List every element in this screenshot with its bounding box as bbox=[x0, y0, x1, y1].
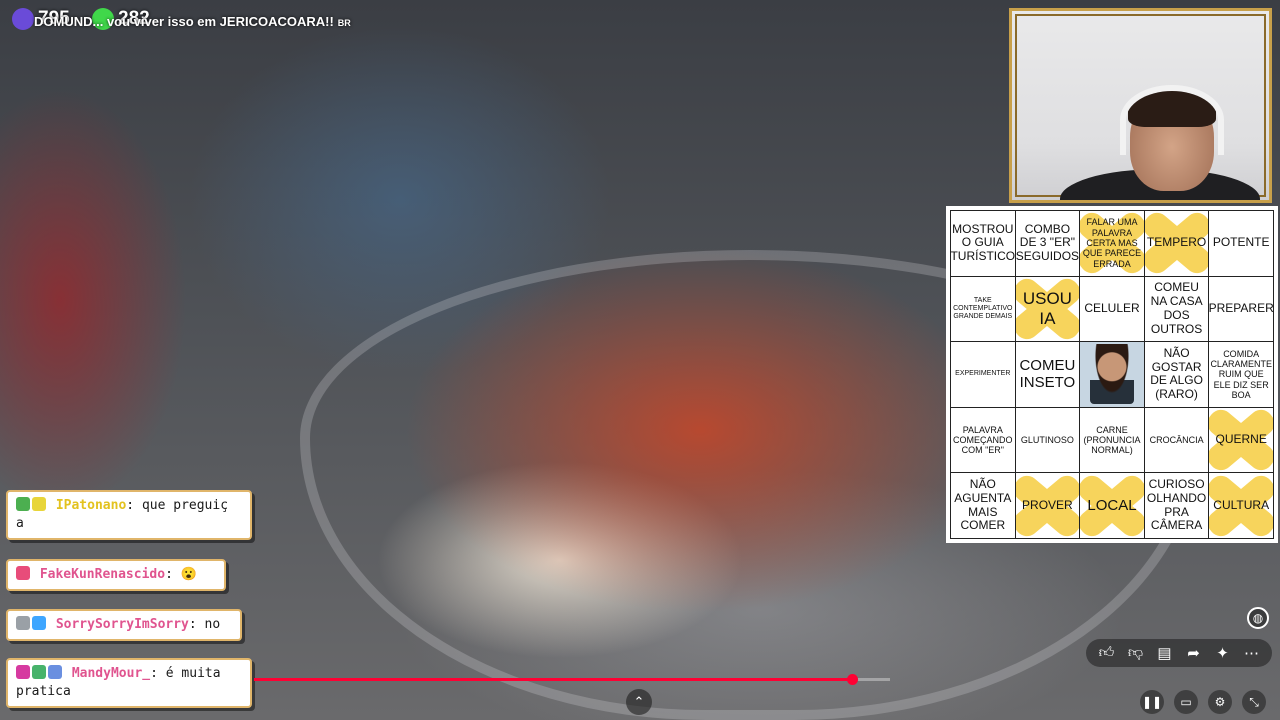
bingo-cell-text: EXPERIMENTER bbox=[955, 370, 1011, 378]
bingo-cell-text: COMEU INSETO bbox=[1019, 357, 1076, 392]
chat-badge-icon bbox=[48, 665, 62, 679]
chat-username[interactable]: SorrySorryImSorry bbox=[56, 617, 189, 632]
bingo-cell: NÃO AGUENTA MAIS COMER bbox=[951, 473, 1016, 539]
bingo-cell-text: POTENTE bbox=[1212, 235, 1270, 250]
bingo-cell: QUERNE bbox=[1209, 407, 1274, 474]
chat-message: SorrySorryImSorry: no bbox=[6, 609, 242, 641]
chat-badge-icon bbox=[16, 566, 30, 580]
bingo-cell: MOSTROU O GUIA TURÍSTICO bbox=[951, 211, 1016, 277]
bingo-cell-text: COMIDA CLARAMENTE RUIM QUE ELE DIZ SER B… bbox=[1210, 348, 1272, 400]
progress-played bbox=[254, 678, 853, 681]
bingo-cell: CROCÂNCIA bbox=[1144, 407, 1210, 474]
collapse-icon[interactable]: ⤡ bbox=[1242, 690, 1266, 714]
bingo-cell: COMEU NA CASA DOS OUTROS bbox=[1144, 276, 1210, 343]
bingo-cell: COMEU INSETO bbox=[1015, 342, 1081, 408]
bingo-cell: EXPERIMENTER bbox=[951, 342, 1016, 408]
bingo-cell: COMBO DE 3 "ER" SEGUIDOS bbox=[1015, 211, 1081, 277]
bingo-cell: TAKE CONTEMPLATIVO GRANDE DEMAIS bbox=[951, 276, 1016, 343]
bingo-cell: PALAVRA COMEÇANDO COM "ER" bbox=[951, 407, 1016, 474]
settings-icon[interactable]: ⚙ bbox=[1208, 690, 1232, 714]
dislike-icon[interactable]: 👎︎ bbox=[1124, 641, 1148, 665]
bingo-cell: CARNE (PRONUNCIA NORMAL) bbox=[1080, 407, 1145, 474]
bingo-cell-text: PREPARER bbox=[1209, 300, 1274, 315]
bingo-cell-text: NÃO GOSTAR DE ALGO (RARO) bbox=[1150, 345, 1203, 402]
chat-username[interactable]: IPatonano bbox=[56, 498, 126, 513]
captions-icon[interactable]: ▭ bbox=[1174, 690, 1198, 714]
chat-text: no bbox=[204, 617, 221, 632]
chat-text: 😮 bbox=[180, 567, 197, 582]
bingo-cell-text: COMEU NA CASA DOS OUTROS bbox=[1150, 280, 1203, 336]
bingo-cell: LOCAL bbox=[1080, 473, 1145, 539]
bingo-cell: GLUTINOSO bbox=[1015, 407, 1081, 474]
bingo-cell-text: QUERNE bbox=[1215, 432, 1267, 447]
bingo-cell: FALAR UMA PALAVRA CERTA MAS QUE PARECE E… bbox=[1080, 211, 1145, 277]
chat-message: FakeKunRenascido: 😮 bbox=[6, 559, 226, 591]
bingo-cell-text: CROCÂNCIA bbox=[1149, 434, 1204, 445]
chat-badge-icon bbox=[32, 665, 46, 679]
bingo-cell-text: GLUTINOSO bbox=[1020, 434, 1074, 445]
streamer-photo bbox=[1089, 344, 1134, 405]
bingo-cell: CELULER bbox=[1080, 276, 1145, 343]
headphones-icon bbox=[1120, 85, 1224, 155]
bingo-cell-text: LOCAL bbox=[1087, 497, 1137, 515]
bingo-cell: POTENTE bbox=[1209, 211, 1274, 277]
bingo-cell: TEMPERO bbox=[1144, 211, 1210, 277]
chat-badge-icon bbox=[16, 665, 30, 679]
bingo-cell-text: CELULER bbox=[1084, 300, 1140, 315]
pause-icon[interactable]: ❚❚ bbox=[1140, 690, 1164, 714]
bingo-cell-text: TEMPERO bbox=[1146, 235, 1207, 250]
video-actions-bar: 👍︎ 👎︎ ▤ ➦ ✦ ⋯ bbox=[1086, 639, 1272, 667]
bingo-grid: MOSTROU O GUIA TURÍSTICO COMBO DE 3 "ER" … bbox=[950, 210, 1274, 539]
webcam-overlay bbox=[1009, 8, 1272, 203]
comment-icon[interactable]: ▤ bbox=[1153, 641, 1177, 665]
bingo-cell: PROVER bbox=[1015, 473, 1081, 539]
bingo-cell: COMIDA CLARAMENTE RUIM QUE ELE DIZ SER B… bbox=[1209, 342, 1274, 408]
bingo-cell: PREPARER bbox=[1209, 276, 1274, 343]
chat-message: MandyMour_: é muita pratica bbox=[6, 658, 252, 708]
bingo-cell-text: TAKE CONTEMPLATIVO GRANDE DEMAIS bbox=[953, 296, 1013, 320]
bingo-cell-text: PALAVRA COMEÇANDO COM "ER" bbox=[953, 424, 1013, 456]
bingo-card: MOSTROU O GUIA TURÍSTICO COMBO DE 3 "ER" … bbox=[946, 206, 1278, 543]
bingo-cell: CULTURA bbox=[1209, 473, 1274, 539]
chat-badge-icon bbox=[32, 616, 46, 630]
sparkle-icon[interactable]: ✦ bbox=[1211, 641, 1235, 665]
bingo-cell-text: CURIOSO OLHANDO PRA CÂMERA bbox=[1146, 477, 1207, 533]
bingo-cell-text: PROVER bbox=[1022, 497, 1073, 512]
progress-bar[interactable] bbox=[254, 674, 890, 685]
share-icon[interactable]: ➦ bbox=[1182, 641, 1206, 665]
bingo-cell-text: NÃO AGUENTA MAIS COMER bbox=[954, 477, 1012, 533]
bingo-cell: CURIOSO OLHANDO PRA CÂMERA bbox=[1144, 473, 1210, 539]
globe-icon[interactable]: ◍ bbox=[1247, 607, 1269, 629]
chat-badge-icon bbox=[32, 497, 46, 511]
chat-badge-icon bbox=[16, 497, 30, 511]
bingo-cell-text: FALAR UMA PALAVRA CERTA MAS QUE PARECE E… bbox=[1082, 217, 1142, 269]
bingo-cell: USOU IA bbox=[1015, 276, 1081, 343]
ticker-text: DOMUND... vou viver isso em JERICOACOARA… bbox=[34, 14, 334, 29]
like-icon[interactable]: 👍︎ bbox=[1095, 641, 1119, 665]
bingo-cell: NÃO GOSTAR DE ALGO (RARO) bbox=[1144, 342, 1210, 408]
chat-username[interactable]: FakeKunRenascido bbox=[40, 567, 165, 582]
chat-username[interactable]: MandyMour_ bbox=[72, 666, 150, 681]
chevron-up-icon[interactable]: ⌃ bbox=[626, 689, 652, 715]
counter-dot-icon bbox=[12, 8, 34, 30]
bingo-cell-photo bbox=[1080, 342, 1145, 408]
chat-message: IPatonano: que preguiç a bbox=[6, 490, 252, 540]
chat-badge-icon bbox=[16, 616, 30, 630]
bingo-cell-text: MOSTROU O GUIA TURÍSTICO bbox=[951, 221, 1016, 264]
bingo-cell-text: USOU IA bbox=[1022, 289, 1072, 328]
ticker-tag: BR bbox=[337, 18, 351, 28]
player-controls: ❚❚ ▭ ⚙ ⤡ bbox=[1140, 690, 1266, 714]
bingo-cell-text: CARNE (PRONUNCIA NORMAL) bbox=[1083, 424, 1141, 456]
bingo-cell-text: CULTURA bbox=[1213, 497, 1270, 512]
stream-ticker: DOMUND... vou viver isso em JERICOACOARA… bbox=[34, 14, 351, 29]
bingo-cell-text: COMBO DE 3 "ER" SEGUIDOS bbox=[1015, 221, 1080, 264]
more-icon[interactable]: ⋯ bbox=[1240, 641, 1264, 665]
